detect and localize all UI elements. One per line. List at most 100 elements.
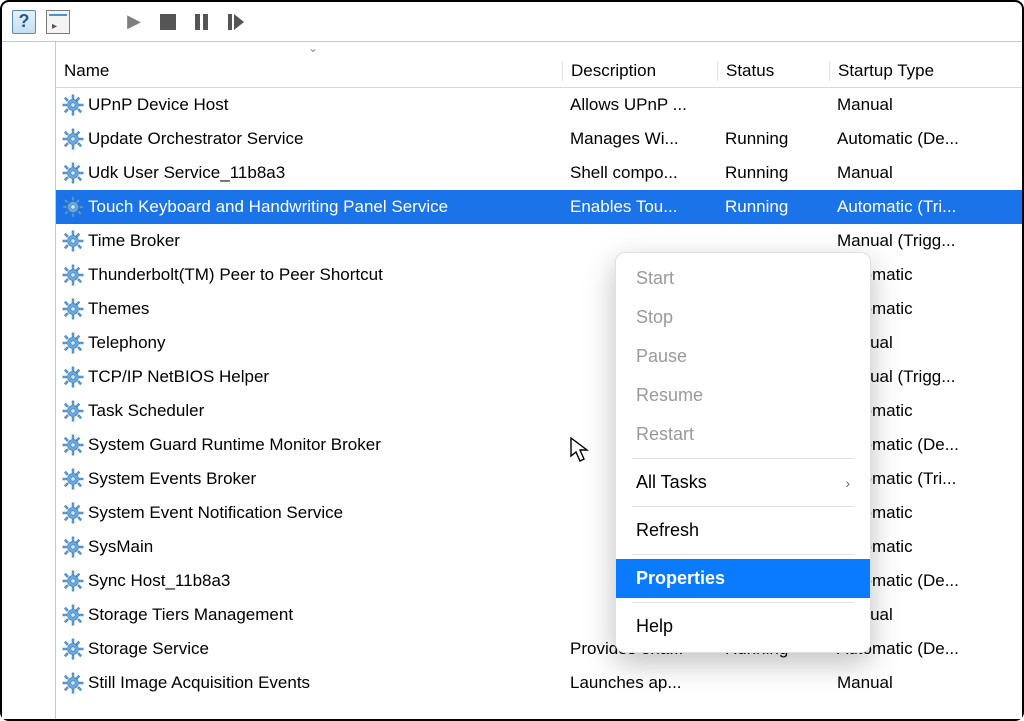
service-row[interactable]: Touch Keyboard and Handwriting Panel Ser… [56,190,1022,224]
service-gear-icon [62,366,84,388]
service-gear-icon [62,468,84,490]
context-menu-separator [632,554,854,555]
cell-description: Launches ap... [562,673,717,693]
service-gear-icon [62,264,84,286]
service-name-label: Telephony [88,333,166,353]
cell-description: Enables Tou... [562,197,717,217]
service-row[interactable]: ThemesAutomatic [56,292,1022,326]
service-gear-icon [62,128,84,150]
context-menu-item-label: Start [636,268,674,289]
panel-icon [46,10,70,34]
start-service-button[interactable]: ▶ [120,8,148,36]
service-row[interactable]: Sync Host_11b8a3Automatic (De... [56,564,1022,598]
cell-startup-type: Manual (Trigg... [829,231,1022,251]
service-name-label: Update Orchestrator Service [88,129,303,149]
services-list: UPnP Device HostAllows UPnP ...Manual Up… [56,88,1022,700]
action-pane-button[interactable] [44,8,72,36]
context-menu-item-label: Resume [636,385,703,406]
service-row[interactable]: Time Broker Manual (Trigg... [56,224,1022,258]
service-row[interactable]: System Guard Runtime Monitor BrokerAutom… [56,428,1022,462]
service-name-label: Task Scheduler [88,401,204,421]
sort-indicator-icon: ⌄ [308,41,318,55]
service-row[interactable]: TelephonyManual [56,326,1022,360]
context-menu-item-label: All Tasks [636,472,707,493]
cell-description: Manages Wi... [562,129,717,149]
context-menu-item-restart: Restart [616,415,870,454]
context-menu-item-label: Properties [636,568,725,589]
service-gear-icon [62,536,84,558]
services-list-pane: ⌄ Name Description Status Startup Type U… [56,42,1022,719]
main-area: ⌄ Name Description Status Startup Type U… [2,42,1022,719]
service-row[interactable]: Task SchedulerAutomatic [56,394,1022,428]
service-row[interactable]: Storage ServiceProvides ena...RunningAut… [56,632,1022,666]
service-row[interactable]: System Event Notification ServiceAutomat… [56,496,1022,530]
cell-startup-type: Manual [829,673,1022,693]
cell-name: Storage Service [56,638,562,660]
context-menu-separator [632,602,854,603]
cell-status: Running [717,129,829,149]
service-row[interactable]: Thunderbolt(TM) Peer to Peer ShortcutAut… [56,258,1022,292]
service-row[interactable]: SysMainAutomatic [56,530,1022,564]
service-name-label: SysMain [88,537,153,557]
cell-name: System Events Broker [56,468,562,490]
service-name-label: Storage Tiers Management [88,605,293,625]
header-name[interactable]: Name [56,61,562,81]
stop-icon [160,14,176,30]
cell-startup-type: Manual [829,95,1022,115]
service-name-label: TCP/IP NetBIOS Helper [88,367,269,387]
cell-name: Sync Host_11b8a3 [56,570,562,592]
service-row[interactable]: UPnP Device HostAllows UPnP ...Manual [56,88,1022,122]
service-row[interactable]: Still Image Acquisition EventsLaunches a… [56,666,1022,700]
service-row[interactable]: Udk User Service_11b8a3Shell compo...Run… [56,156,1022,190]
toolbar-spacer [78,8,114,36]
stop-service-button[interactable] [154,8,182,36]
cell-name: Task Scheduler [56,400,562,422]
service-gear-icon [62,196,84,218]
service-gear-icon [62,502,84,524]
header-startup-type[interactable]: Startup Type [829,61,1022,81]
service-gear-icon [62,672,84,694]
service-name-label: Udk User Service_11b8a3 [88,163,285,183]
context-menu-separator [632,458,854,459]
service-row[interactable]: Update Orchestrator Service Manages Wi...… [56,122,1022,156]
service-gear-icon [62,94,84,116]
context-menu-item-all-tasks[interactable]: All Tasks› [616,463,870,502]
context-menu-item-pause: Pause [616,337,870,376]
service-name-label: Touch Keyboard and Handwriting Panel Ser… [88,197,448,217]
service-row[interactable]: TCP/IP NetBIOS HelperManual (Trigg... [56,360,1022,394]
service-gear-icon [62,332,84,354]
service-gear-icon [62,298,84,320]
cell-description: Allows UPnP ... [562,95,717,115]
step-icon [228,14,244,30]
service-row[interactable]: Storage Tiers ManagementManual [56,598,1022,632]
pause-icon [195,14,209,30]
service-gear-icon [62,570,84,592]
restart-service-button[interactable] [222,8,250,36]
help-button[interactable]: ? [10,8,38,36]
context-menu-item-label: Stop [636,307,673,328]
service-gear-icon [62,638,84,660]
service-gear-icon [62,604,84,626]
context-menu-item-help[interactable]: Help [616,607,870,646]
context-menu-item-properties[interactable]: Properties [616,559,870,598]
pause-service-button[interactable] [188,8,216,36]
context-menu-separator [632,506,854,507]
header-description[interactable]: Description [562,61,717,81]
help-icon: ? [12,10,36,34]
cell-startup-type: Automatic (De... [829,129,1022,149]
context-menu-item-label: Restart [636,424,694,445]
context-menu-item-refresh[interactable]: Refresh [616,511,870,550]
cell-name: System Guard Runtime Monitor Broker [56,434,562,456]
service-gear-icon [62,434,84,456]
cell-description: Shell compo... [562,163,717,183]
context-menu-item-stop: Stop [616,298,870,337]
cell-name: Still Image Acquisition Events [56,672,562,694]
service-row[interactable]: System Events BrokerAutomatic (Tri... [56,462,1022,496]
service-name-label: System Event Notification Service [88,503,343,523]
column-headers: Name Description Status Startup Type [56,54,1022,88]
service-name-label: Time Broker [88,231,180,251]
cell-name: Touch Keyboard and Handwriting Panel Ser… [56,196,562,218]
context-menu-item-label: Refresh [636,520,699,541]
header-status[interactable]: Status [717,61,829,81]
service-name-label: Thunderbolt(TM) Peer to Peer Shortcut [88,265,383,285]
